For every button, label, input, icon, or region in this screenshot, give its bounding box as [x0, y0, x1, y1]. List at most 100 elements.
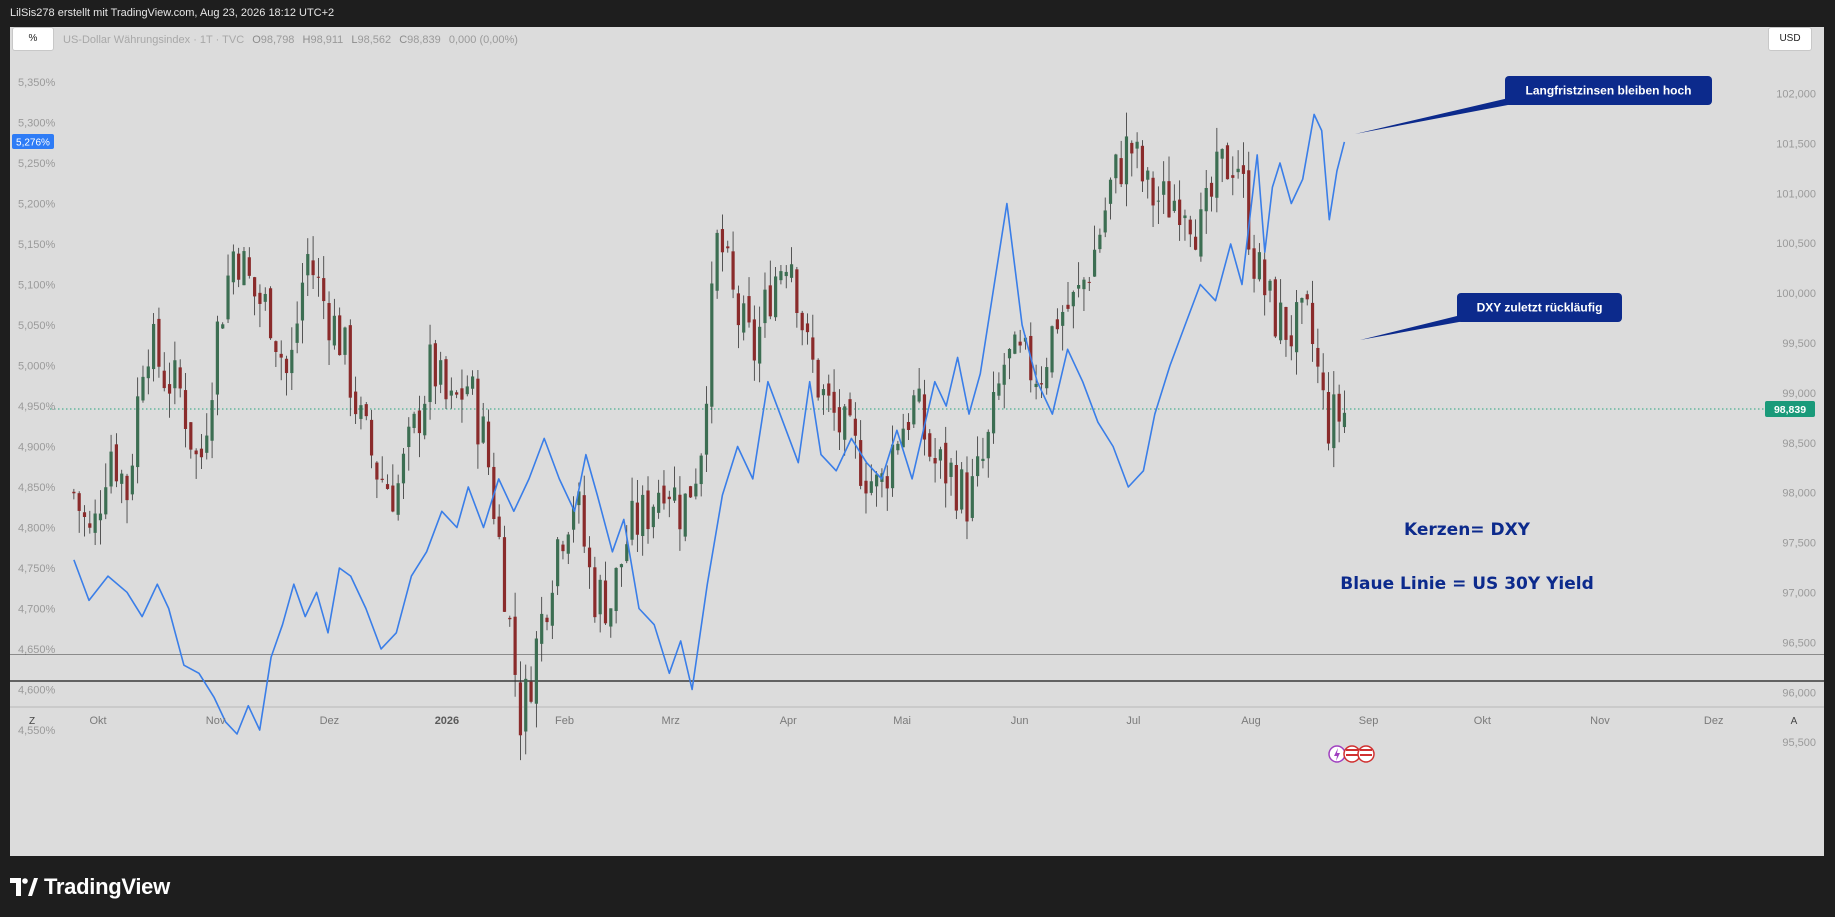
- candle: [1082, 277, 1086, 311]
- candle-body: [1273, 279, 1277, 337]
- candle: [1162, 161, 1166, 214]
- candle: [853, 402, 857, 459]
- candle-body: [864, 480, 868, 494]
- candle-body: [152, 323, 156, 370]
- candle: [210, 382, 214, 459]
- candle-body: [582, 495, 586, 547]
- candle: [1294, 289, 1299, 375]
- candle-body: [779, 271, 783, 281]
- chart-svg[interactable]: 5,350% 5,300% 5,250% 5,200% 5,150% 5,100% 5,05…: [10, 27, 1824, 856]
- candle-body: [795, 269, 799, 314]
- candle-body: [1268, 280, 1272, 291]
- scale-mode-button[interactable]: %: [12, 27, 54, 51]
- candle: [635, 479, 639, 552]
- line-layer: [73, 113, 1346, 735]
- candle-body: [1061, 311, 1065, 326]
- candle-body: [88, 523, 92, 528]
- candle-body: [1146, 170, 1150, 180]
- candle: [619, 563, 624, 587]
- candle-body: [720, 229, 725, 253]
- currency-button[interactable]: USD: [1768, 27, 1812, 51]
- candle-body: [981, 458, 985, 462]
- candle: [742, 295, 746, 341]
- candle-body: [178, 367, 182, 389]
- candle-body: [1077, 285, 1081, 289]
- candle: [736, 285, 740, 349]
- candle-body: [875, 474, 879, 487]
- candle-body: [704, 403, 709, 455]
- candle: [407, 417, 411, 471]
- candle: [954, 450, 958, 520]
- candle-body: [1071, 291, 1075, 307]
- candle-body: [401, 453, 406, 484]
- candle: [136, 377, 140, 484]
- candle-body: [279, 353, 283, 358]
- candle-body: [561, 544, 565, 552]
- candle: [545, 614, 549, 631]
- candle: [146, 349, 150, 395]
- candle-body: [1193, 236, 1198, 250]
- auto-scale-label: A: [1791, 716, 1798, 727]
- x-axis-label: Okt: [1474, 715, 1491, 727]
- candle: [1119, 140, 1123, 188]
- candle: [423, 395, 427, 440]
- candle-body: [460, 388, 464, 400]
- candle: [816, 358, 820, 401]
- candle: [731, 231, 735, 299]
- candle: [242, 246, 246, 286]
- candle-body: [82, 512, 87, 517]
- candle-body: [1172, 200, 1176, 212]
- candle-body: [396, 483, 400, 515]
- candle: [1326, 372, 1331, 451]
- candle: [917, 368, 921, 404]
- candle: [965, 456, 969, 540]
- candle-body: [752, 319, 756, 361]
- candle: [215, 315, 220, 416]
- candle: [1305, 290, 1309, 306]
- candle-body: [72, 491, 76, 494]
- candle-body: [1156, 200, 1160, 202]
- candle-body: [114, 444, 118, 482]
- candle: [726, 240, 730, 253]
- candle: [1289, 315, 1293, 361]
- candle-body: [104, 487, 108, 515]
- right-axis-label: 95,500: [1782, 737, 1816, 749]
- candle: [960, 462, 964, 514]
- candle: [1045, 357, 1049, 395]
- candle: [253, 276, 257, 316]
- candle-body: [954, 464, 958, 511]
- legend-open-prefix: O: [252, 34, 261, 46]
- left-axis-label: 5,150%: [18, 239, 56, 251]
- candle-body: [683, 493, 687, 537]
- legend-candles-note: Kerzen= DXY: [1404, 520, 1531, 540]
- candle: [837, 389, 842, 450]
- candle-body: [231, 251, 235, 283]
- candle: [976, 436, 980, 487]
- tradingview-logo[interactable]: TradingView: [10, 874, 170, 900]
- candle-body: [784, 271, 788, 277]
- candle-body: [1034, 383, 1038, 388]
- candle-body: [322, 278, 326, 302]
- candle-body: [1342, 412, 1347, 428]
- candle: [720, 214, 725, 272]
- candle: [364, 402, 368, 421]
- candle: [194, 448, 198, 479]
- candle-body: [300, 282, 305, 321]
- right-axis-label: 98,000: [1782, 488, 1816, 500]
- candle: [1204, 170, 1208, 234]
- candle: [327, 291, 331, 365]
- candle: [433, 339, 437, 405]
- candle: [237, 247, 241, 288]
- chart-frame[interactable]: 5,350% 5,300% 5,250% 5,200% 5,150% 5,100% 5,05…: [10, 27, 1824, 856]
- candle-body: [423, 403, 427, 436]
- candle: [885, 465, 889, 511]
- left-axis-label: 5,000%: [18, 361, 56, 373]
- candle: [641, 485, 645, 556]
- candle-body: [1209, 182, 1214, 197]
- candle: [1310, 280, 1315, 362]
- candle-body: [242, 251, 246, 286]
- candle-body: [439, 360, 443, 385]
- candle: [1172, 184, 1176, 213]
- candle-body: [1225, 145, 1230, 180]
- candle: [1316, 328, 1320, 384]
